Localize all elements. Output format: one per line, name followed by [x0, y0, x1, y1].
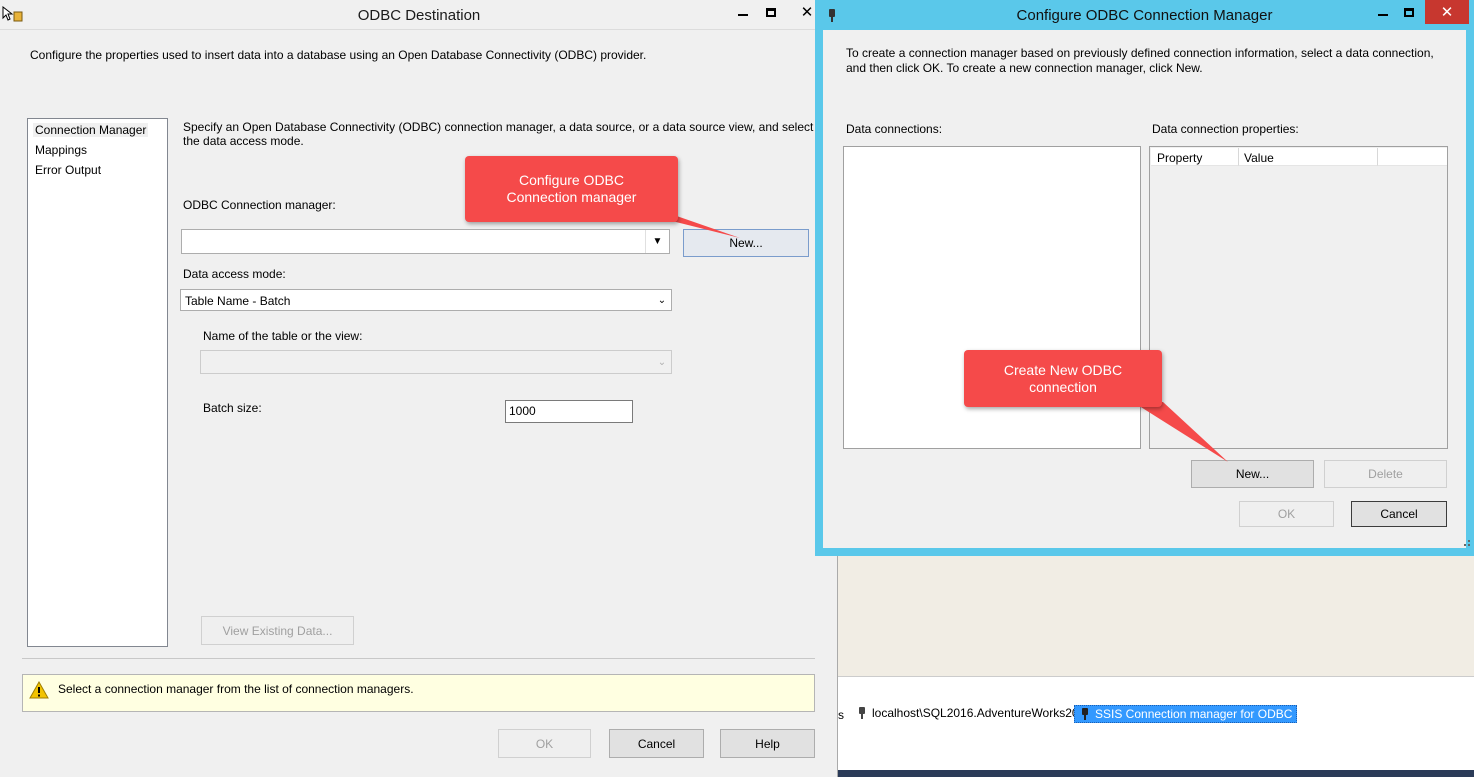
background-designer — [838, 560, 1474, 676]
connection-manager-name: localhost\SQL2016.AdventureWorks2014 — [872, 706, 1092, 720]
warning-text: Select a connection manager from the lis… — [58, 682, 414, 696]
connection-icon — [859, 707, 865, 719]
chevron-down-icon: ⌄ — [657, 356, 667, 368]
connection-icon — [1082, 708, 1088, 720]
data-connections-label: Data connections: — [846, 122, 943, 136]
minimize-icon — [1378, 14, 1388, 16]
batch-size-input[interactable]: 1000 — [505, 400, 633, 423]
column-header-property[interactable]: Property — [1151, 148, 1239, 166]
maximize-icon — [1404, 7, 1414, 17]
minimize-icon — [738, 14, 748, 16]
callout-configure-odbc: Configure ODBC Connection manager — [465, 156, 678, 222]
close-button[interactable]: ✕ — [1425, 0, 1469, 24]
data-connection-properties-label: Data connection properties: — [1152, 122, 1299, 136]
data-access-mode-label: Data access mode: — [183, 267, 286, 281]
minimize-button[interactable] — [1371, 2, 1395, 22]
data-access-mode-value: Table Name - Batch — [185, 294, 291, 308]
divider — [22, 658, 815, 659]
instructions-line-1: Specify an Open Database Connectivity (O… — [183, 120, 814, 134]
nav-list: Connection Manager Mappings Error Output — [27, 118, 168, 647]
cancel-button[interactable]: Cancel — [609, 729, 704, 758]
column-header-value[interactable]: Value — [1239, 148, 1378, 166]
intro-line-2: and then click OK. To create a new conne… — [846, 61, 1203, 75]
column-header-filler — [1378, 148, 1447, 166]
delete-button[interactable]: Delete — [1324, 460, 1447, 488]
callout-create-new-odbc: Create New ODBC connection — [964, 350, 1162, 407]
odbc-destination-window: ODBC Destination ✕ Configure the propert… — [0, 0, 838, 777]
connection-manager-item[interactable]: localhost\SQL2016.AdventureWorks2014 — [856, 706, 1092, 720]
chevron-down-icon: ⌄ — [657, 294, 667, 306]
taskbar-strip — [838, 770, 1474, 777]
minimize-button[interactable] — [731, 2, 755, 22]
maximize-icon — [766, 7, 776, 17]
connection-manager-combo[interactable]: ▼ — [181, 229, 670, 254]
close-icon: ✕ — [800, 4, 814, 21]
connection-managers-tray: s localhost\SQL2016.AdventureWorks2014 S… — [838, 676, 1474, 770]
table-name-label: Name of the table or the view: — [203, 329, 363, 343]
ok-button[interactable]: OK — [498, 729, 591, 758]
view-existing-data-button[interactable]: View Existing Data... — [201, 616, 354, 645]
callout-pointer — [1133, 402, 1228, 462]
batch-size-label: Batch size: — [203, 401, 262, 415]
nav-item-connection-manager[interactable]: Connection Manager — [33, 123, 149, 137]
configure-odbc-window: Configure ODBC Connection Manager ✕ To c… — [815, 0, 1474, 556]
tray-partial-text: s — [838, 708, 844, 722]
window-title: ODBC Destination — [357, 7, 481, 24]
title-bar: ODBC Destination ✕ — [0, 0, 838, 30]
nav-item-error-output[interactable]: Error Output — [33, 163, 103, 177]
warning-icon — [29, 681, 49, 699]
maximize-button[interactable] — [759, 2, 783, 22]
instructions-line-2: the data access mode. — [183, 134, 304, 148]
intro-line-1: To create a connection manager based on … — [846, 46, 1434, 60]
maximize-button[interactable] — [1397, 2, 1421, 22]
connection-manager-item-selected[interactable]: SSIS Connection manager for ODBC — [1074, 705, 1298, 723]
nav-item-mappings[interactable]: Mappings — [33, 143, 89, 157]
callout-line: Configure ODBC — [518, 172, 625, 188]
ok-button[interactable]: OK — [1239, 501, 1334, 527]
resize-grip-icon[interactable] — [1462, 538, 1472, 548]
data-access-mode-combo[interactable]: Table Name - Batch ⌄ — [180, 289, 672, 311]
callout-line: Create New ODBC — [1003, 361, 1123, 378]
callout-line: Connection manager — [506, 189, 637, 205]
table-name-combo[interactable]: ⌄ — [200, 350, 672, 374]
connection-manager-label: ODBC Connection manager: — [183, 198, 336, 212]
connection-manager-name: SSIS Connection manager for ODBC — [1095, 707, 1293, 721]
cancel-button[interactable]: Cancel — [1351, 501, 1447, 527]
close-icon: ✕ — [1440, 4, 1454, 21]
warning-bar: Select a connection manager from the lis… — [22, 674, 815, 712]
help-button[interactable]: Help — [720, 729, 815, 758]
dialog-body: To create a connection manager based on … — [823, 30, 1466, 548]
page-description: Configure the properties used to insert … — [30, 48, 647, 62]
callout-line: connection — [1029, 378, 1097, 395]
